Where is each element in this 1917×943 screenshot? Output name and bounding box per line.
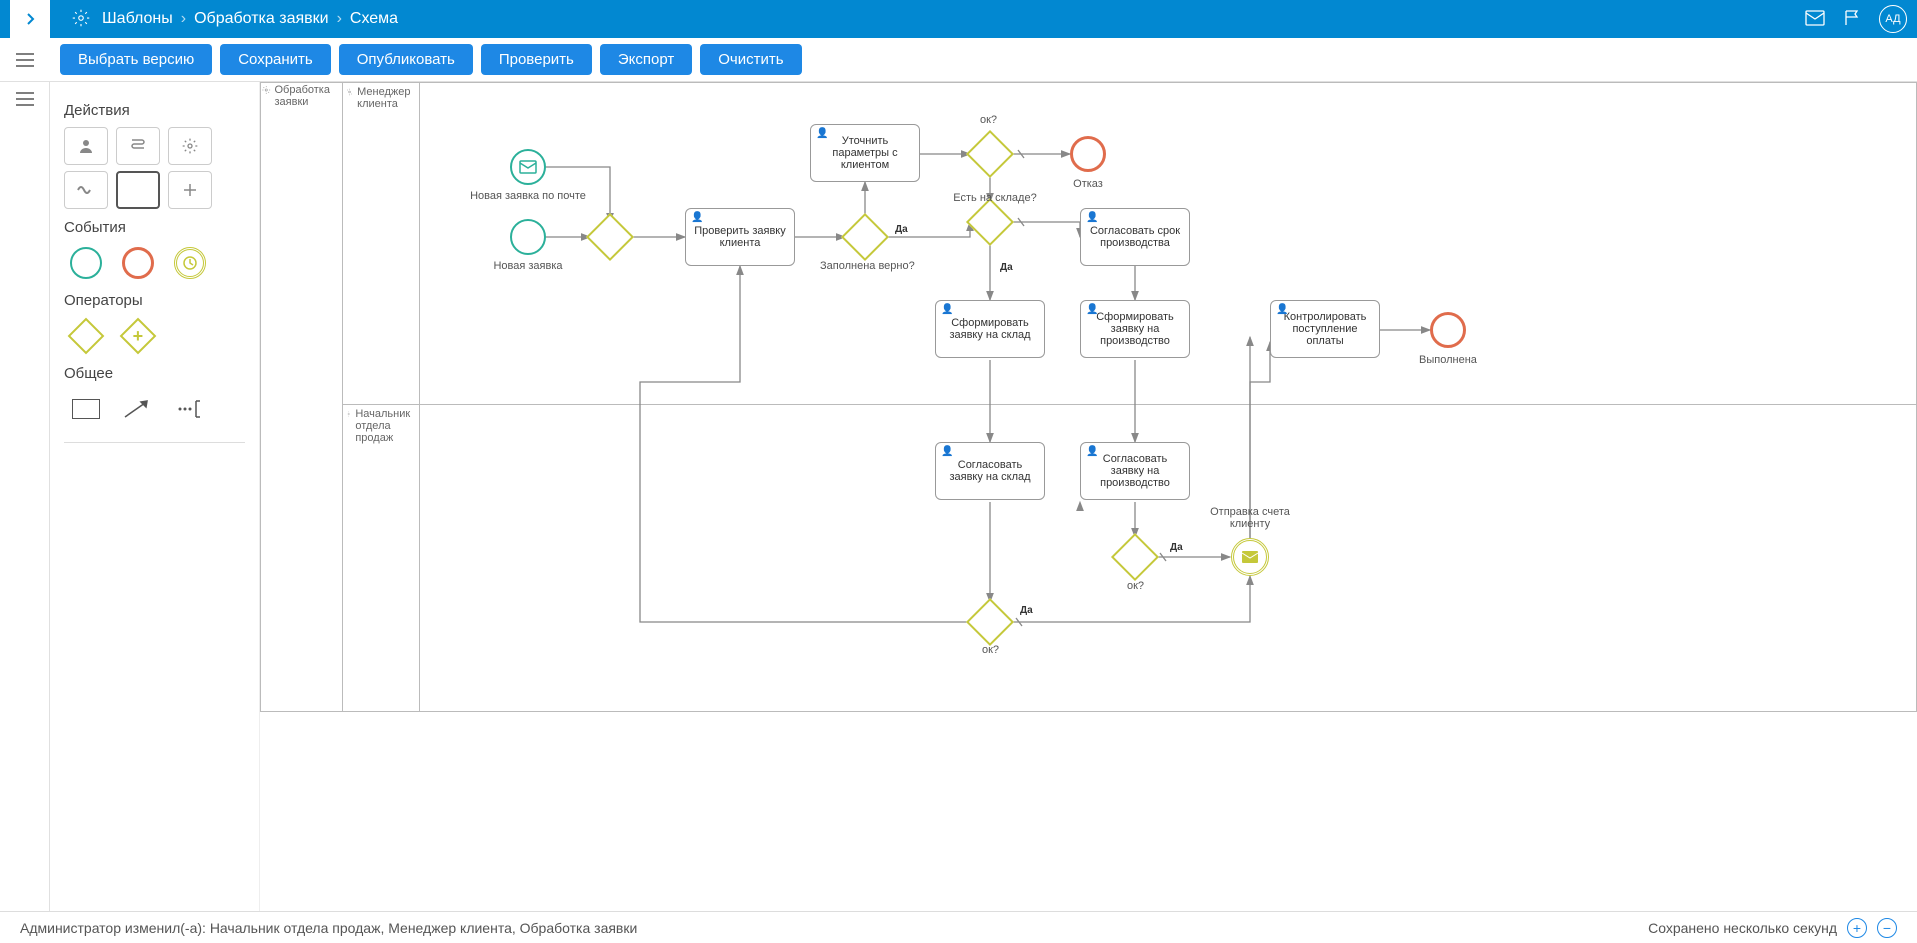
label-yes-2: Да	[1000, 262, 1013, 273]
user-task-icon: 👤	[1086, 446, 1098, 457]
user-task-icon: 👤	[1086, 212, 1098, 223]
task-agree-term[interactable]: 👤 Согласовать срок производства	[1080, 208, 1190, 266]
user-task-icon: 👤	[1276, 304, 1288, 315]
canvas[interactable]: Обработка заявки Менеджер клиента Началь…	[260, 82, 1917, 911]
lane-2-header[interactable]: Начальник отдела продаж	[342, 404, 420, 712]
toolbar-row: Выбрать версию Сохранить Опубликовать Пр…	[0, 38, 1917, 82]
task-form-production-label: Сформировать заявку на производство	[1089, 311, 1181, 347]
palette-events-title: События	[64, 219, 245, 236]
expand-sidebar-button[interactable]	[10, 0, 50, 38]
user-task-icon: 👤	[816, 128, 828, 139]
flag-icon[interactable]	[1843, 9, 1861, 30]
publish-button[interactable]: Опубликовать	[339, 44, 473, 75]
palette-timer-event[interactable]	[168, 244, 212, 282]
zoom-in-button[interactable]: +	[1847, 918, 1867, 938]
task-agree-term-label: Согласовать срок производства	[1089, 225, 1181, 249]
label-yes-4: Да	[1020, 605, 1033, 616]
task-approve-production-label: Согласовать заявку на производство	[1089, 453, 1181, 489]
palette-common-title: Общее	[64, 365, 245, 382]
menu-toggle-2[interactable]	[16, 92, 34, 109]
task-form-warehouse-label: Сформировать заявку на склад	[944, 317, 1036, 341]
palette: Действия События Операторы +	[50, 82, 260, 911]
palette-user-task[interactable]	[64, 127, 108, 165]
palette-gateway-plus[interactable]: +	[116, 317, 160, 355]
palette-gateway[interactable]	[64, 317, 108, 355]
breadcrumb-process[interactable]: Обработка заявки	[194, 10, 328, 28]
export-button[interactable]: Экспорт	[600, 44, 692, 75]
task-control-payment-label: Контролировать поступление оплаты	[1279, 311, 1371, 347]
palette-plus-task[interactable]	[168, 171, 212, 209]
save-button[interactable]: Сохранить	[220, 44, 331, 75]
palette-wave-task[interactable]	[64, 171, 108, 209]
task-approve-warehouse[interactable]: 👤 Согласовать заявку на склад	[935, 442, 1045, 500]
lane-1-name: Менеджер клиента	[357, 86, 415, 110]
settings-icon[interactable]	[72, 9, 90, 30]
status-text: Администратор изменил(-а): Начальник отд…	[20, 920, 637, 936]
task-approve-warehouse-label: Согласовать заявку на склад	[944, 459, 1036, 483]
label-yes-3: Да	[1170, 542, 1183, 553]
task-form-production[interactable]: 👤 Сформировать заявку на производство	[1080, 300, 1190, 358]
user-avatar[interactable]: АД	[1879, 5, 1907, 33]
done-label: Выполнена	[1388, 354, 1508, 366]
task-control-payment[interactable]: 👤 Контролировать поступление оплаты	[1270, 300, 1380, 358]
label-yes-1: Да	[895, 224, 908, 235]
palette-operators-title: Операторы	[64, 292, 245, 309]
zoom-out-button[interactable]: −	[1877, 918, 1897, 938]
palette-service-task[interactable]	[168, 127, 212, 165]
task-clarify-label: Уточнить параметры с клиентом	[819, 135, 911, 171]
palette-script-task[interactable]	[116, 127, 160, 165]
start-label: Новая заявка	[468, 260, 588, 272]
saved-text: Сохранено несколько секунд	[1648, 920, 1837, 936]
check-button[interactable]: Проверить	[481, 44, 592, 75]
task-check-request-label: Проверить заявку клиента	[694, 225, 786, 249]
start-mail-label: Новая заявка по почте	[468, 190, 588, 202]
message-event-invoice[interactable]	[1231, 538, 1269, 576]
invoice-label: Отправка счета клиенту	[1190, 506, 1310, 530]
end-event-rejected[interactable]	[1070, 136, 1106, 172]
breadcrumb-templates[interactable]: Шаблоны	[102, 10, 173, 28]
menu-toggle-1[interactable]	[0, 53, 50, 67]
start-event-mail[interactable]	[510, 149, 546, 185]
user-task-icon: 👤	[691, 212, 703, 223]
header-bar: Шаблоны › Обработка заявки › Схема АД	[0, 0, 1917, 38]
palette-connector[interactable]	[116, 390, 160, 428]
palette-annotation[interactable]	[168, 390, 212, 428]
gateway-filled-label: Заполнена верно?	[820, 260, 915, 272]
palette-actions-title: Действия	[64, 102, 245, 119]
end-event-done[interactable]	[1430, 312, 1466, 348]
user-task-icon: 👤	[941, 304, 953, 315]
status-bar: Администратор изменил(-а): Начальник отд…	[0, 911, 1917, 943]
user-task-icon: 👤	[941, 446, 953, 457]
task-approve-production[interactable]: 👤 Согласовать заявку на производство	[1080, 442, 1190, 500]
clear-button[interactable]: Очистить	[700, 44, 801, 75]
pool-header[interactable]: Обработка заявки	[262, 84, 340, 108]
start-event[interactable]	[510, 219, 546, 255]
lane-2-name: Начальник отдела продаж	[355, 408, 415, 444]
user-task-icon: 👤	[1086, 304, 1098, 315]
gateway-ok-1-label: ок?	[980, 114, 997, 126]
palette-subprocess[interactable]	[116, 171, 160, 209]
mail-icon[interactable]	[1805, 10, 1825, 29]
pool-name: Обработка заявки	[275, 84, 341, 108]
gateway-ok-3-label: ок?	[1127, 580, 1144, 592]
lane-1-header[interactable]: Менеджер клиента	[342, 82, 420, 404]
gateway-in-stock-label: Есть на складе?	[950, 192, 1040, 204]
task-check-request[interactable]: 👤 Проверить заявку клиента	[685, 208, 795, 266]
left-rail	[0, 82, 50, 911]
select-version-button[interactable]: Выбрать версию	[60, 44, 212, 75]
task-clarify[interactable]: 👤 Уточнить параметры с клиентом	[810, 124, 920, 182]
breadcrumb-schema[interactable]: Схема	[350, 10, 398, 28]
breadcrumb: Шаблоны › Обработка заявки › Схема	[102, 10, 398, 28]
rejected-label: Отказ	[1028, 178, 1148, 190]
palette-end-event[interactable]	[116, 244, 160, 282]
gateway-ok-2-label: ок?	[982, 644, 999, 656]
task-form-warehouse[interactable]: 👤 Сформировать заявку на склад	[935, 300, 1045, 358]
palette-start-event[interactable]	[64, 244, 108, 282]
palette-pool[interactable]	[64, 390, 108, 428]
